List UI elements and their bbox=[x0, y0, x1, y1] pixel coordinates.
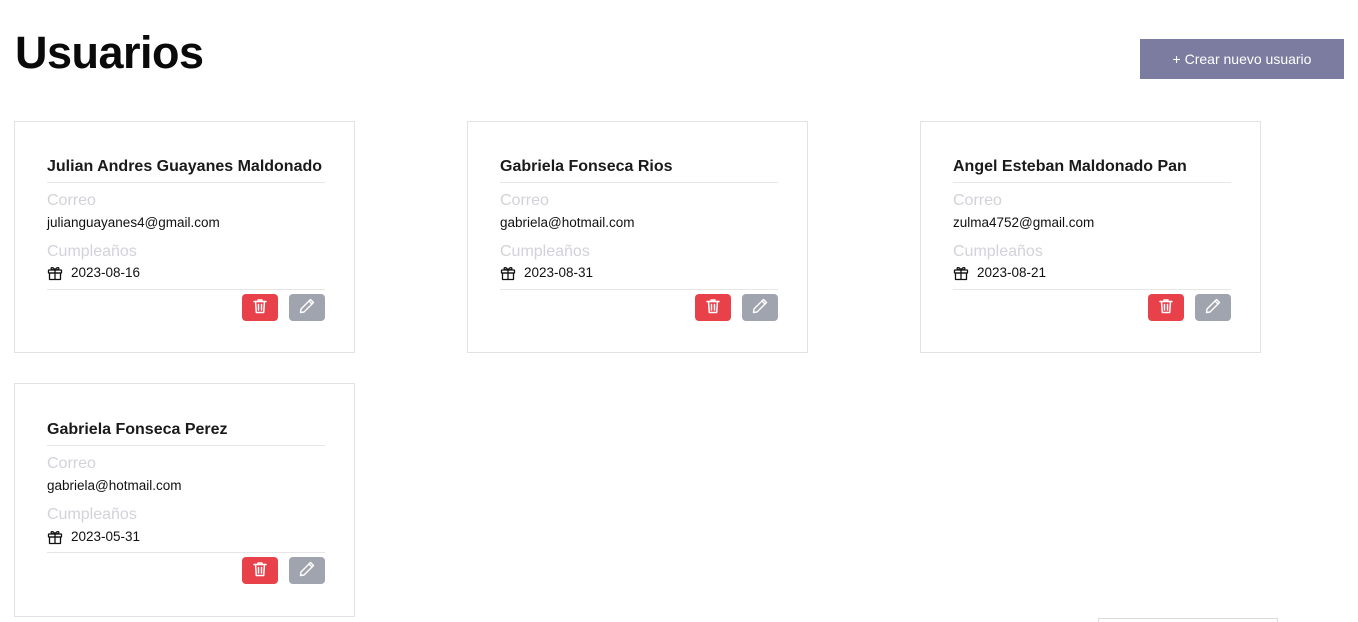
trash-icon bbox=[251, 297, 269, 318]
user-birthday: 2023-08-16 bbox=[71, 265, 141, 280]
user-email: gabriela@hotmail.com bbox=[500, 215, 635, 230]
user-card: Gabriela Fonseca Perez Correo gabriela@h… bbox=[14, 383, 355, 617]
user-name: Gabriela Fonseca Perez bbox=[47, 421, 228, 438]
gift-icon bbox=[47, 529, 63, 545]
user-email: zulma4752@gmail.com bbox=[953, 215, 1095, 230]
partial-element bbox=[1098, 618, 1278, 622]
birthday-row: 2023-08-16 bbox=[47, 264, 140, 282]
user-birthday: 2023-05-31 bbox=[71, 529, 141, 544]
pencil-icon bbox=[751, 297, 769, 318]
card-actions bbox=[242, 557, 325, 584]
edit-user-button[interactable] bbox=[1195, 294, 1231, 321]
user-name: Julian Andres Guayanes Maldonado bbox=[47, 158, 323, 175]
page-title: Usuarios bbox=[15, 27, 204, 78]
email-label: Correo bbox=[500, 192, 549, 209]
trash-icon bbox=[1157, 297, 1175, 318]
pencil-icon bbox=[298, 297, 316, 318]
user-card: Gabriela Fonseca Rios Correo gabriela@ho… bbox=[467, 121, 808, 353]
gift-icon bbox=[47, 265, 63, 281]
user-email: gabriela@hotmail.com bbox=[47, 478, 182, 493]
divider bbox=[47, 445, 325, 446]
email-label: Correo bbox=[953, 192, 1002, 209]
birthday-label: Cumpleaños bbox=[953, 243, 1043, 260]
user-card: Angel Esteban Maldonado Pan Correo zulma… bbox=[920, 121, 1261, 353]
edit-user-button[interactable] bbox=[289, 557, 325, 584]
divider bbox=[953, 182, 1231, 183]
trash-icon bbox=[704, 297, 722, 318]
birthday-row: 2023-05-31 bbox=[47, 528, 140, 546]
email-label: Correo bbox=[47, 192, 96, 209]
card-actions bbox=[695, 294, 778, 321]
user-birthday: 2023-08-21 bbox=[977, 265, 1047, 280]
delete-user-button[interactable] bbox=[1148, 294, 1184, 321]
edit-user-button[interactable] bbox=[289, 294, 325, 321]
gift-icon bbox=[953, 265, 969, 281]
create-user-button[interactable]: + Crear nuevo usuario bbox=[1140, 39, 1344, 79]
birthday-row: 2023-08-21 bbox=[953, 264, 1046, 282]
delete-user-button[interactable] bbox=[242, 294, 278, 321]
divider bbox=[500, 289, 778, 290]
divider bbox=[953, 289, 1231, 290]
user-birthday: 2023-08-31 bbox=[524, 265, 594, 280]
birthday-row: 2023-08-31 bbox=[500, 264, 593, 282]
email-label: Correo bbox=[47, 455, 96, 472]
gift-icon bbox=[500, 265, 516, 281]
user-name: Angel Esteban Maldonado Pan bbox=[953, 158, 1187, 175]
birthday-label: Cumpleaños bbox=[500, 243, 590, 260]
card-actions bbox=[1148, 294, 1231, 321]
birthday-label: Cumpleaños bbox=[47, 506, 137, 523]
user-card: Julian Andres Guayanes Maldonado Correo … bbox=[14, 121, 355, 353]
divider bbox=[47, 552, 325, 553]
divider bbox=[47, 289, 325, 290]
card-actions bbox=[242, 294, 325, 321]
edit-user-button[interactable] bbox=[742, 294, 778, 321]
divider bbox=[47, 182, 325, 183]
delete-user-button[interactable] bbox=[695, 294, 731, 321]
user-name: Gabriela Fonseca Rios bbox=[500, 158, 673, 175]
delete-user-button[interactable] bbox=[242, 557, 278, 584]
trash-icon bbox=[251, 560, 269, 581]
users-page: Usuarios + Crear nuevo usuario Julian An… bbox=[0, 0, 1358, 622]
pencil-icon bbox=[1204, 297, 1222, 318]
user-email: julianguayanes4@gmail.com bbox=[47, 215, 220, 230]
birthday-label: Cumpleaños bbox=[47, 243, 137, 260]
pencil-icon bbox=[298, 560, 316, 581]
divider bbox=[500, 182, 778, 183]
